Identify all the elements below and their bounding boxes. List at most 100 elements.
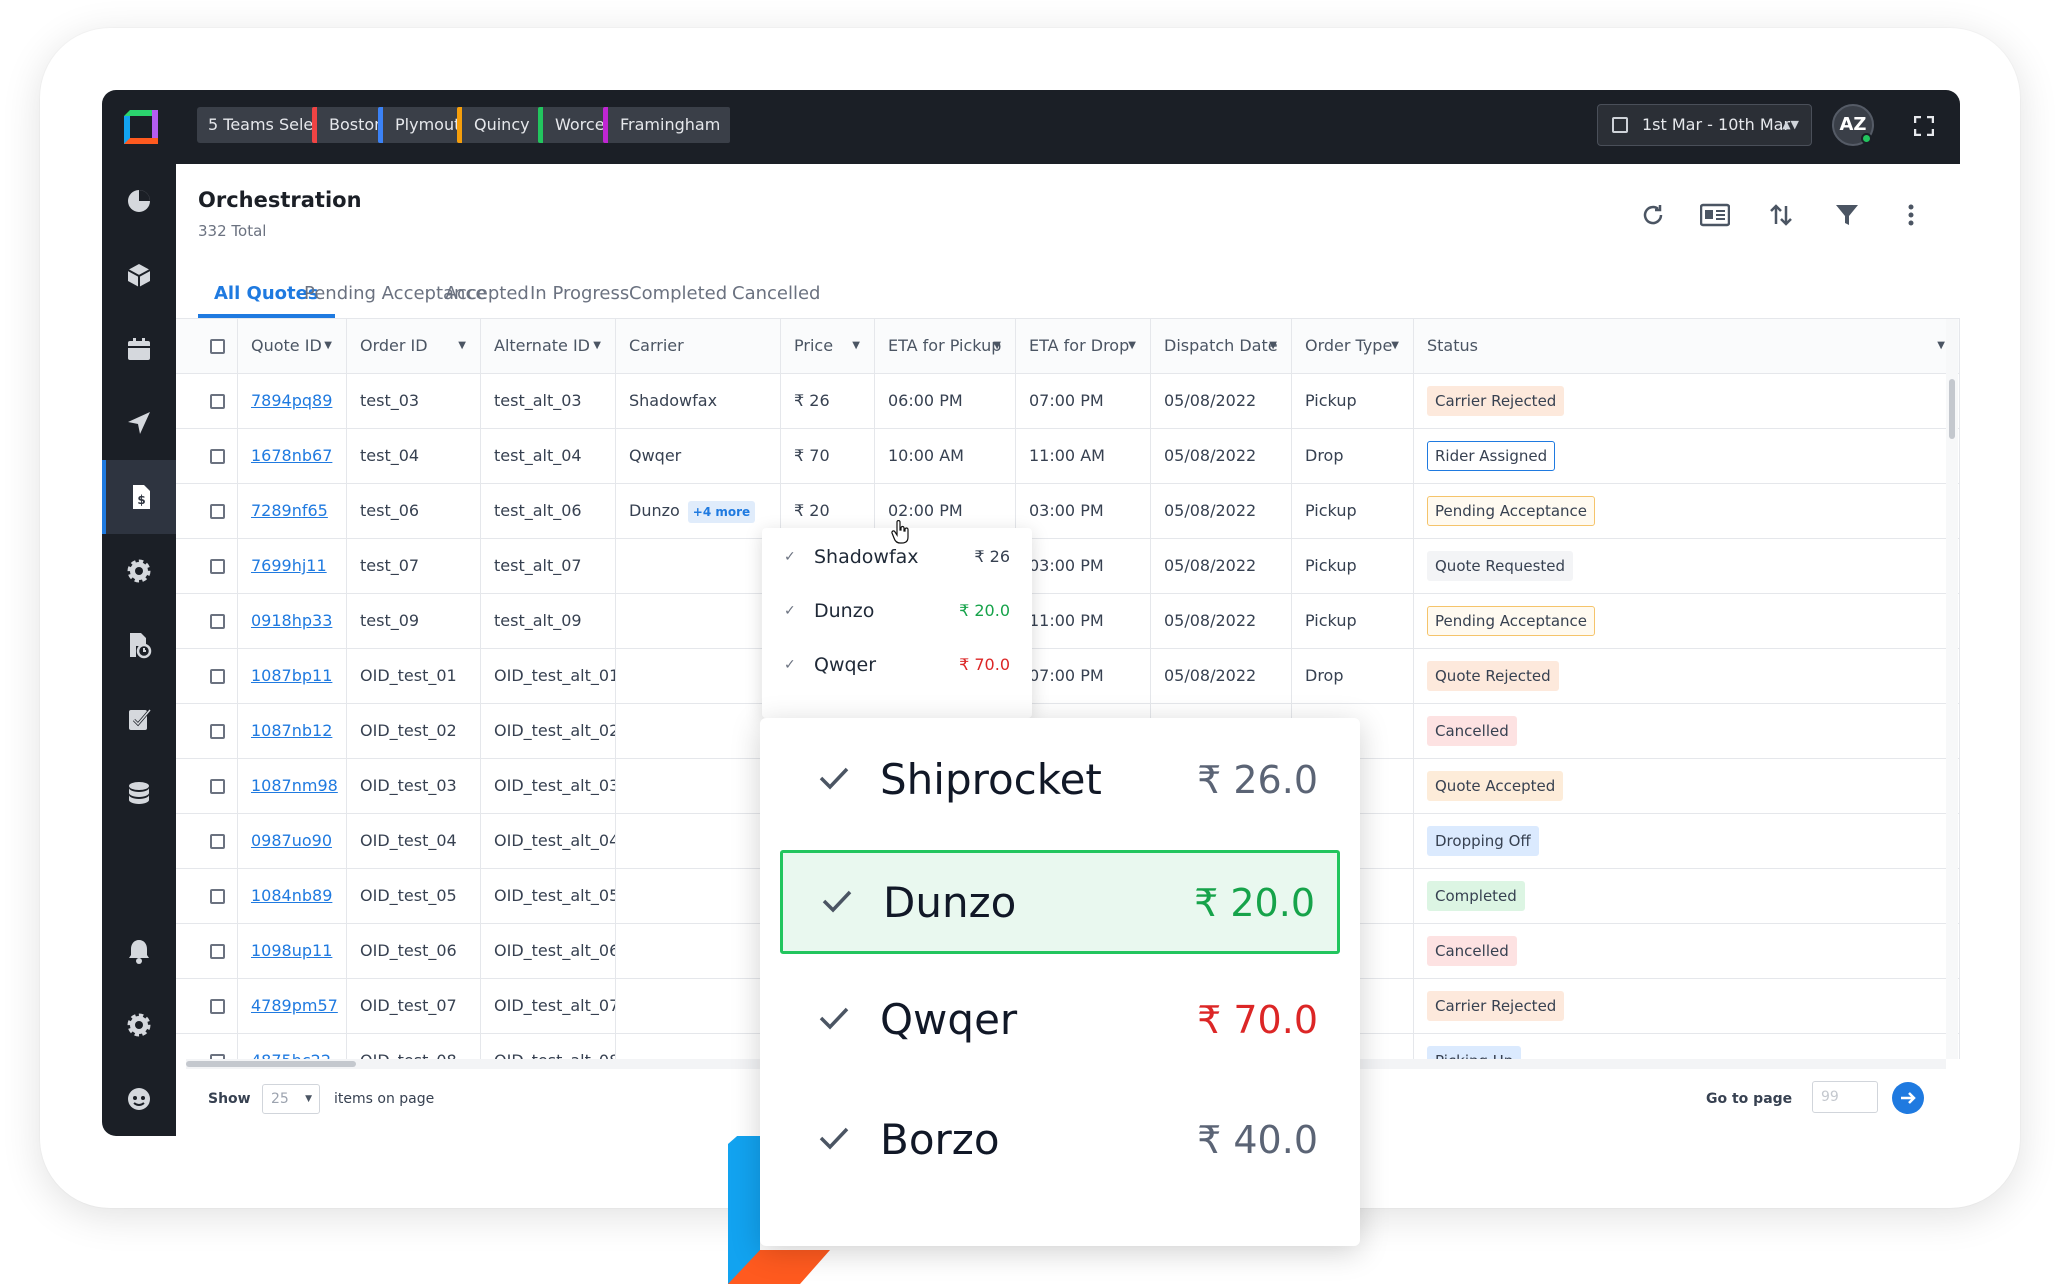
row-checkbox[interactable]	[210, 999, 225, 1014]
quote-id-link[interactable]: 0987uo90	[251, 831, 332, 850]
quote-id-link[interactable]: 1087bp11	[251, 666, 332, 685]
chevron-down-icon[interactable]: ▼	[1128, 319, 1136, 373]
table-row[interactable]: 0918hp33test_09test_alt_0910:00 PM11:00 …	[176, 594, 1960, 649]
table-row[interactable]: 1678nb67 test_04 test_alt_04 Qwqer ₹ 70 10:00…	[176, 429, 1960, 484]
chevron-down-icon[interactable]: ▼	[852, 319, 860, 373]
quote-id-link[interactable]: 4789pm57	[251, 996, 338, 1015]
support-icon[interactable]	[102, 1062, 176, 1136]
row-checkbox[interactable]	[210, 449, 225, 464]
chevron-down-icon[interactable]: ▼	[993, 319, 1001, 373]
carrier-name: Shiprocket	[880, 755, 1102, 804]
row-checkbox[interactable]	[210, 504, 225, 519]
table-row[interactable]: 7289nf65 test_06 test_alt_06 Dunzo +4 more ₹ …	[176, 484, 1960, 539]
carrier-option-borzo[interactable]: Borzo ₹ 40.0	[780, 1090, 1340, 1194]
bell-icon[interactable]	[102, 914, 176, 988]
settings-gear-icon[interactable]	[102, 534, 176, 608]
column-header-label: Price	[794, 336, 834, 355]
carrier-price: ₹ 20.0	[1194, 881, 1315, 925]
chevron-down-icon[interactable]: ▼	[458, 319, 466, 373]
quote-id-link[interactable]: 1084nb89	[251, 886, 332, 905]
table-row[interactable]: 1087bp11OID_test_01OID_test_alt_0106:00 …	[176, 649, 1960, 704]
quote-id-link[interactable]: 0918hp33	[251, 611, 332, 630]
quote-id-link[interactable]: 1087nb12	[251, 721, 332, 740]
go-button[interactable]	[1892, 1082, 1924, 1114]
column-header-price[interactable]: Price ▼	[781, 319, 875, 373]
carrier-option-qwqer[interactable]: Qwqer ₹ 70.0	[780, 970, 1340, 1074]
settings-icon[interactable]	[102, 988, 176, 1062]
column-header-dispatch-date[interactable]: Dispatch Date ▼	[1151, 319, 1292, 373]
quote-id-link[interactable]: 7699hj11	[251, 556, 327, 575]
calendar-icon[interactable]	[102, 312, 176, 386]
alt-cell: test_alt_09	[481, 594, 616, 648]
row-checkbox[interactable]	[210, 724, 225, 739]
more-vertical-icon[interactable]	[1896, 202, 1926, 232]
vertical-scrollbar[interactable]	[1946, 319, 1958, 1059]
chevron-down-icon[interactable]: ▼	[324, 319, 332, 373]
team-chip-framingham[interactable]: Framingham	[603, 107, 731, 143]
carrier-name: Qwqer	[880, 995, 1018, 1044]
quote-id-link[interactable]: 1678nb67	[251, 446, 332, 465]
avatar[interactable]: AZ	[1832, 104, 1874, 146]
column-header-quote-id[interactable]: Quote ID ▼	[238, 319, 347, 373]
fullscreen-icon[interactable]	[1914, 116, 1934, 136]
tab-in-progress[interactable]: In Progress	[530, 272, 629, 318]
column-header-order-id[interactable]: Order ID ▼	[347, 319, 481, 373]
scroll-thumb[interactable]	[186, 1061, 356, 1067]
tab-cancelled[interactable]: Cancelled	[732, 272, 820, 318]
quote-id-link[interactable]: 7894pq89	[251, 391, 332, 410]
column-header-alternate-id[interactable]: Alternate ID ▼	[481, 319, 616, 373]
chevron-down-icon[interactable]: ▼	[593, 319, 601, 373]
row-checkbox[interactable]	[210, 944, 225, 959]
quote-id-link[interactable]: 1098up11	[251, 941, 332, 960]
column-header-eta-for-pickup[interactable]: ETA for Pickup ▼	[875, 319, 1016, 373]
column-header-carrier[interactable]: Carrier	[616, 319, 781, 373]
tab-completed[interactable]: Completed	[629, 272, 727, 318]
carrier-option-shiprocket[interactable]: Shiprocket ₹ 26.0	[780, 730, 1340, 834]
tab-accepted[interactable]: Accepted	[445, 272, 529, 318]
document-clock-icon[interactable]	[102, 608, 176, 682]
chevron-down-icon[interactable]: ▼	[1269, 319, 1277, 373]
scroll-thumb[interactable]	[1949, 379, 1955, 439]
package-icon[interactable]	[102, 238, 176, 312]
carrier-option[interactable]: ✓ Dunzo ₹ 20.0	[762, 584, 1032, 638]
table-row[interactable]: 7894pq89 test_03 test_alt_03 Shadowfax ₹ 26 0…	[176, 374, 1960, 429]
carrier-option-dunzo[interactable]: Dunzo ₹ 20.0	[780, 850, 1340, 954]
refresh-icon[interactable]	[1638, 202, 1668, 232]
row-checkbox[interactable]	[210, 559, 225, 574]
page-size-select[interactable]: 25 ▼	[262, 1084, 320, 1114]
sort-icon[interactable]	[1766, 202, 1796, 232]
date-range-picker[interactable]: 1st Mar - 10th Mar ▲▼	[1597, 104, 1812, 146]
app-logo-icon[interactable]	[120, 106, 162, 148]
column-header-status[interactable]: Status ▼	[1414, 319, 1960, 373]
checkbox-cell	[176, 979, 238, 1033]
row-checkbox[interactable]	[210, 779, 225, 794]
checklist-icon[interactable]	[102, 682, 176, 756]
price-cell: ₹ 26	[781, 374, 875, 428]
row-checkbox[interactable]	[210, 394, 225, 409]
table-row[interactable]: 7699hj11test_07test_alt_0702:00 PM03:00 …	[176, 539, 1960, 594]
navigation-icon[interactable]	[102, 386, 176, 460]
column-header-eta-for-drop[interactable]: ETA for Drop ▼	[1016, 319, 1151, 373]
invoice-icon[interactable]: $	[102, 460, 176, 534]
row-checkbox[interactable]	[210, 614, 225, 629]
quote-id-link[interactable]: 1087nm98	[251, 776, 338, 795]
go-to-page-input[interactable]: 99	[1812, 1081, 1878, 1113]
quote-id-link[interactable]: 4875hc22	[251, 1051, 331, 1059]
quote-id-link[interactable]: 7289nf65	[251, 501, 328, 520]
select-all-checkbox[interactable]	[210, 339, 225, 354]
chevron-down-icon[interactable]: ▼	[1391, 319, 1399, 373]
carrier-option[interactable]: ✓ Qwqer ₹ 70.0	[762, 638, 1032, 692]
row-checkbox[interactable]	[210, 889, 225, 904]
column-header-order-type[interactable]: Order Type ▼	[1292, 319, 1414, 373]
row-checkbox[interactable]	[210, 834, 225, 849]
status-badge: Cancelled	[1427, 716, 1517, 746]
team-chip-quincy[interactable]: Quincy	[457, 107, 540, 143]
dashboard-icon[interactable]	[102, 164, 176, 238]
row-checkbox[interactable]	[210, 669, 225, 684]
database-icon[interactable]	[102, 756, 176, 830]
filter-icon[interactable]	[1832, 202, 1862, 232]
chevron-down-icon[interactable]: ▼	[1937, 319, 1945, 373]
columns-icon[interactable]	[1699, 202, 1731, 232]
more-carriers-button[interactable]: +4 more	[687, 500, 756, 523]
status-cell: Pending Acceptance	[1414, 484, 1960, 538]
